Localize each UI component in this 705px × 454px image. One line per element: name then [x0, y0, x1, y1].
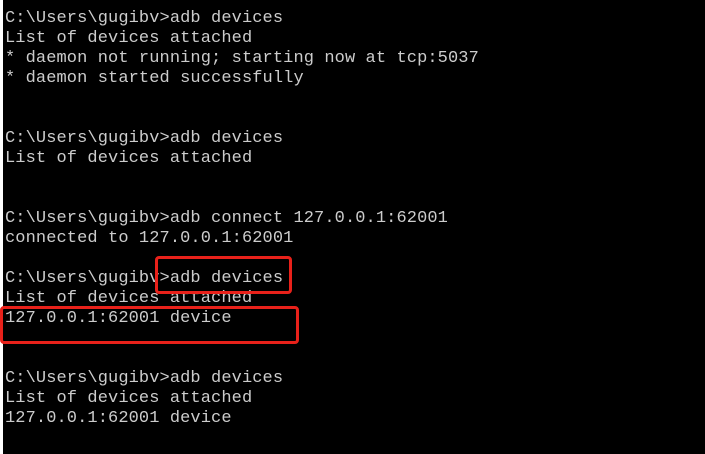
terminal-line-3: * daemon not running; starting now at tc… [5, 49, 479, 68]
terminal-line-21: 127.0.0.1:62001 device [5, 409, 232, 428]
terminal-line-2: List of devices attached [5, 29, 253, 48]
terminal-line-19: C:\Users\gugibv>adb devices [5, 369, 284, 388]
command-highlight-box [155, 256, 292, 294]
terminal-line-11: C:\Users\gugibv>adb connect 127.0.0.1:62… [5, 209, 448, 228]
terminal-line-12: connected to 127.0.0.1:62001 [5, 229, 294, 248]
terminal-line-8: List of devices attached [5, 149, 253, 168]
terminal-line-4: * daemon started successfully [5, 69, 304, 88]
terminal-line-7: C:\Users\gugibv>adb devices [5, 129, 284, 148]
terminal-line-20: List of devices attached [5, 389, 253, 408]
terminal-window[interactable]: C:\Users\gugibv>adb devices List of devi… [0, 0, 705, 454]
terminal-line-1: C:\Users\gugibv>adb devices [5, 9, 284, 28]
device-highlight-box [0, 306, 299, 344]
